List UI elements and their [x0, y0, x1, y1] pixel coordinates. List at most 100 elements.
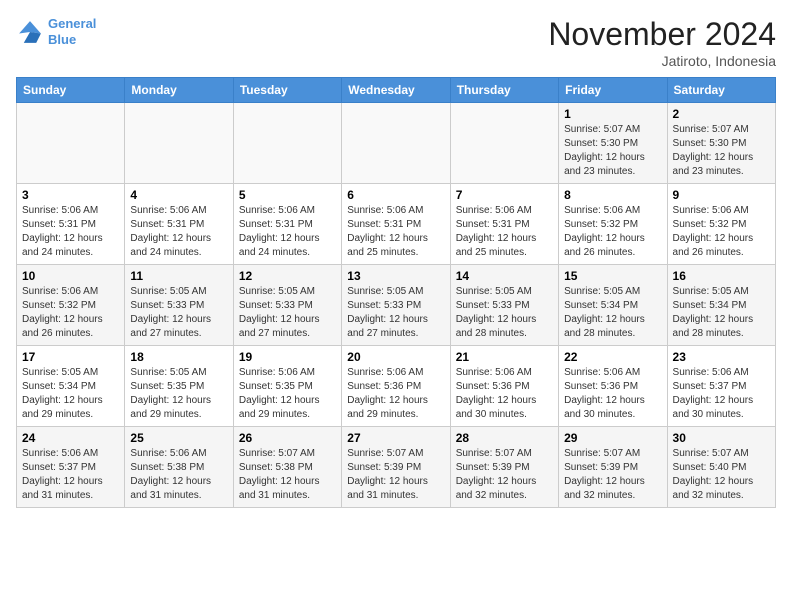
calendar-cell: 28Sunrise: 5:07 AMSunset: 5:39 PMDayligh…	[450, 427, 558, 508]
calendar-cell: 6 Sunrise: 5:06 AMSunset: 5:31 PMDaylight…	[342, 184, 450, 265]
day-number: 12	[239, 269, 336, 283]
calendar-cell	[342, 103, 450, 184]
day-info: Sunrise: 5:07 AMSunset: 5:39 PMDaylight:…	[347, 447, 444, 503]
calendar-cell: 4 Sunrise: 5:06 AMSunset: 5:31 PMDaylight…	[125, 184, 233, 265]
calendar-cell: 18 Sunrise: 5:05 AMSunset: 5:35 PMDayligh…	[125, 346, 233, 427]
logo-text: General Blue	[48, 16, 96, 47]
day-number: 2	[673, 107, 770, 121]
day-info: Sunrise: 5:06 AMSunset: 5:36 PMDaylight:…	[564, 366, 661, 422]
day-number: 15	[564, 269, 661, 283]
calendar-cell	[17, 103, 125, 184]
day-number: 3	[22, 188, 119, 202]
day-info: Sunrise: 5:06 AMSunset: 5:31 PMDaylight:…	[22, 204, 119, 260]
calendar-week-row: 10 Sunrise: 5:06 AMSunset: 5:32 PMDayligh…	[17, 265, 776, 346]
calendar-cell: 17 Sunrise: 5:05 AMSunset: 5:34 PMDayligh…	[17, 346, 125, 427]
day-info: Sunrise: 5:06 AMSunset: 5:32 PMDaylight:…	[673, 204, 770, 260]
day-number: 10	[22, 269, 119, 283]
day-number: 24	[22, 431, 119, 445]
weekday-header: Saturday	[667, 78, 775, 103]
calendar-week-row: 24 Sunrise: 5:06 AMSunset: 5:37 PMDayligh…	[17, 427, 776, 508]
calendar-cell	[450, 103, 558, 184]
day-number: 17	[22, 350, 119, 364]
calendar-cell: 12 Sunrise: 5:05 AMSunset: 5:33 PMDayligh…	[233, 265, 341, 346]
calendar-cell: 15Sunrise: 5:05 AMSunset: 5:34 PMDayligh…	[559, 265, 667, 346]
calendar-cell: 3 Sunrise: 5:06 AMSunset: 5:31 PMDaylight…	[17, 184, 125, 265]
day-info: Sunrise: 5:05 AMSunset: 5:34 PMDaylight:…	[673, 285, 770, 341]
day-number: 14	[456, 269, 553, 283]
day-info: Sunrise: 5:05 AMSunset: 5:35 PMDaylight:…	[130, 366, 227, 422]
weekday-header: Thursday	[450, 78, 558, 103]
calendar-cell: 16 Sunrise: 5:05 AMSunset: 5:34 PMDayligh…	[667, 265, 775, 346]
calendar-week-row: 1 Sunrise: 5:07 AMSunset: 5:30 PMDaylight…	[17, 103, 776, 184]
day-info: Sunrise: 5:06 AMSunset: 5:31 PMDaylight:…	[347, 204, 444, 260]
day-info: Sunrise: 5:06 AMSunset: 5:32 PMDaylight:…	[22, 285, 119, 341]
day-number: 5	[239, 188, 336, 202]
day-info: Sunrise: 5:06 AMSunset: 5:35 PMDaylight:…	[239, 366, 336, 422]
day-info: Sunrise: 5:06 AMSunset: 5:31 PMDaylight:…	[130, 204, 227, 260]
day-number: 4	[130, 188, 227, 202]
calendar-cell: 9 Sunrise: 5:06 AMSunset: 5:32 PMDaylight…	[667, 184, 775, 265]
day-info: Sunrise: 5:07 AMSunset: 5:38 PMDaylight:…	[239, 447, 336, 503]
weekday-header: Monday	[125, 78, 233, 103]
day-number: 28	[456, 431, 553, 445]
day-number: 9	[673, 188, 770, 202]
weekday-header: Wednesday	[342, 78, 450, 103]
weekday-header: Friday	[559, 78, 667, 103]
day-number: 6	[347, 188, 444, 202]
day-number: 18	[130, 350, 227, 364]
calendar-cell: 21 Sunrise: 5:06 AMSunset: 5:36 PMDayligh…	[450, 346, 558, 427]
calendar-cell: 22 Sunrise: 5:06 AMSunset: 5:36 PMDayligh…	[559, 346, 667, 427]
day-info: Sunrise: 5:05 AMSunset: 5:34 PMDaylight:…	[22, 366, 119, 422]
day-info: Sunrise: 5:06 AMSunset: 5:38 PMDaylight:…	[130, 447, 227, 503]
day-info: Sunrise: 5:07 AMSunset: 5:30 PMDaylight:…	[673, 123, 770, 179]
day-number: 1	[564, 107, 661, 121]
day-info: Sunrise: 5:06 AMSunset: 5:31 PMDaylight:…	[239, 204, 336, 260]
title-area: November 2024 Jatiroto, Indonesia	[548, 16, 776, 69]
day-number: 26	[239, 431, 336, 445]
calendar-cell: 19 Sunrise: 5:06 AMSunset: 5:35 PMDayligh…	[233, 346, 341, 427]
day-info: Sunrise: 5:05 AMSunset: 5:33 PMDaylight:…	[347, 285, 444, 341]
calendar-cell: 29Sunrise: 5:07 AMSunset: 5:39 PMDayligh…	[559, 427, 667, 508]
day-info: Sunrise: 5:06 AMSunset: 5:32 PMDaylight:…	[564, 204, 661, 260]
day-number: 23	[673, 350, 770, 364]
day-info: Sunrise: 5:06 AMSunset: 5:37 PMDaylight:…	[22, 447, 119, 503]
day-number: 20	[347, 350, 444, 364]
day-info: Sunrise: 5:06 AMSunset: 5:37 PMDaylight:…	[673, 366, 770, 422]
calendar-cell: 20 Sunrise: 5:06 AMSunset: 5:36 PMDayligh…	[342, 346, 450, 427]
day-number: 30	[673, 431, 770, 445]
location: Jatiroto, Indonesia	[548, 53, 776, 69]
calendar-cell: 13 Sunrise: 5:05 AMSunset: 5:33 PMDayligh…	[342, 265, 450, 346]
calendar-cell: 8 Sunrise: 5:06 AMSunset: 5:32 PMDaylight…	[559, 184, 667, 265]
calendar-cell: 1Sunrise: 5:07 AMSunset: 5:30 PMDaylight…	[559, 103, 667, 184]
day-number: 11	[130, 269, 227, 283]
logo-icon	[16, 18, 44, 46]
calendar-cell	[233, 103, 341, 184]
day-number: 13	[347, 269, 444, 283]
day-info: Sunrise: 5:05 AMSunset: 5:33 PMDaylight:…	[130, 285, 227, 341]
calendar-cell: 11 Sunrise: 5:05 AMSunset: 5:33 PMDayligh…	[125, 265, 233, 346]
day-info: Sunrise: 5:05 AMSunset: 5:33 PMDaylight:…	[456, 285, 553, 341]
day-info: Sunrise: 5:06 AMSunset: 5:36 PMDaylight:…	[347, 366, 444, 422]
logo-line2: Blue	[48, 32, 76, 47]
page-header: General Blue November 2024 Jatiroto, Ind…	[16, 16, 776, 69]
day-info: Sunrise: 5:06 AMSunset: 5:36 PMDaylight:…	[456, 366, 553, 422]
day-number: 19	[239, 350, 336, 364]
day-number: 21	[456, 350, 553, 364]
weekday-header: Tuesday	[233, 78, 341, 103]
calendar-cell: 30Sunrise: 5:07 AMSunset: 5:40 PMDayligh…	[667, 427, 775, 508]
weekday-header-row: SundayMondayTuesdayWednesdayThursdayFrid…	[17, 78, 776, 103]
day-number: 16	[673, 269, 770, 283]
day-info: Sunrise: 5:06 AMSunset: 5:31 PMDaylight:…	[456, 204, 553, 260]
day-number: 7	[456, 188, 553, 202]
day-number: 8	[564, 188, 661, 202]
day-number: 22	[564, 350, 661, 364]
calendar-cell: 25Sunrise: 5:06 AMSunset: 5:38 PMDayligh…	[125, 427, 233, 508]
weekday-header: Sunday	[17, 78, 125, 103]
day-info: Sunrise: 5:07 AMSunset: 5:39 PMDaylight:…	[564, 447, 661, 503]
calendar-cell: 23 Sunrise: 5:06 AMSunset: 5:37 PMDayligh…	[667, 346, 775, 427]
day-info: Sunrise: 5:05 AMSunset: 5:33 PMDaylight:…	[239, 285, 336, 341]
day-number: 27	[347, 431, 444, 445]
calendar-cell: 2 Sunrise: 5:07 AMSunset: 5:30 PMDaylight…	[667, 103, 775, 184]
calendar-week-row: 3 Sunrise: 5:06 AMSunset: 5:31 PMDaylight…	[17, 184, 776, 265]
calendar-cell: 24 Sunrise: 5:06 AMSunset: 5:37 PMDayligh…	[17, 427, 125, 508]
